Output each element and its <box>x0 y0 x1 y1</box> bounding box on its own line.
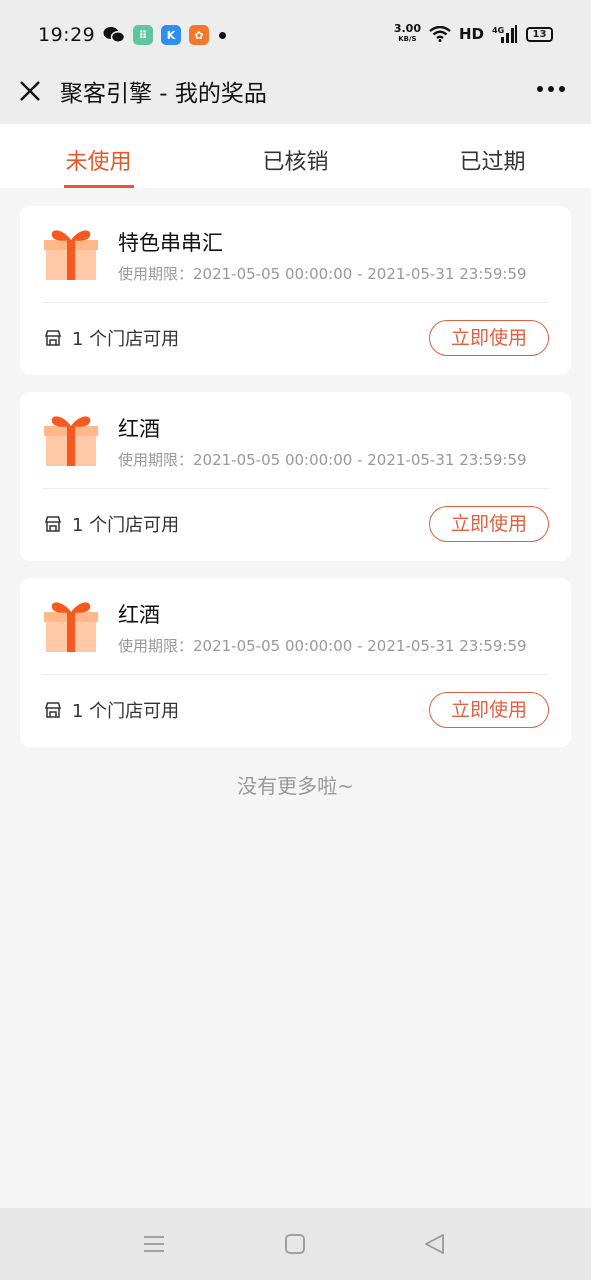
use-now-button[interactable]: 立即使用 <box>429 692 549 728</box>
home-icon[interactable] <box>283 1232 307 1256</box>
status-time: 19:29 <box>38 24 96 46</box>
prize-card: 红酒 使用期限：2021-05-05 00:00:00 - 2021-05-31… <box>20 578 571 747</box>
more-notifications-dot <box>219 31 226 39</box>
notification-icons: ⠿ K ✿ <box>103 25 226 45</box>
hd-indicator: HD <box>458 25 484 43</box>
prize-validity: 使用期限：2021-05-05 00:00:00 - 2021-05-31 23… <box>118 637 527 655</box>
gift-icon <box>44 230 98 280</box>
tab-bar: 未使用 已核销 已过期 <box>0 124 591 188</box>
system-icons: 3.00 KB/S HD 4G 13 <box>393 22 553 44</box>
app-icon-k: K <box>161 25 181 45</box>
store-count: 1 个门店可用 <box>72 701 180 722</box>
page-title: 聚客引擎 - 我的奖品 <box>60 81 267 107</box>
gift-icon <box>44 602 98 652</box>
use-now-button[interactable]: 立即使用 <box>429 320 549 356</box>
prize-title: 红酒 <box>118 417 160 441</box>
store-info: 1 个门店可用 <box>44 511 179 537</box>
no-more-text: 没有更多啦~ <box>237 774 354 798</box>
divider <box>42 674 549 675</box>
menu-icon[interactable] <box>142 1232 166 1256</box>
prize-card: 特色串串汇 使用期限：2021-05-05 00:00:00 - 2021-05… <box>20 206 571 375</box>
net-speed: 3.00 KB/S <box>393 22 421 43</box>
store-info: 1 个门店可用 <box>44 697 179 723</box>
signal-icon: 4G <box>492 25 517 43</box>
store-icon <box>44 516 62 532</box>
battery-icon: 13 <box>526 26 553 42</box>
svg-text:4G: 4G <box>492 26 504 35</box>
prize-validity: 使用期限：2021-05-05 00:00:00 - 2021-05-31 23… <box>118 451 527 469</box>
prize-validity: 使用期限：2021-05-05 00:00:00 - 2021-05-31 23… <box>118 265 527 283</box>
wechat-icon <box>103 27 125 43</box>
store-icon <box>44 702 62 718</box>
divider <box>42 302 549 303</box>
tab-unused[interactable]: 未使用 <box>0 124 197 188</box>
close-icon[interactable] <box>16 77 44 105</box>
prize-title: 红酒 <box>118 603 160 627</box>
tab-redeemed[interactable]: 已核销 <box>197 124 394 188</box>
title-bar: 聚客引擎 - 我的奖品 <box>0 66 591 124</box>
store-count: 1 个门店可用 <box>72 515 180 536</box>
store-count: 1 个门店可用 <box>72 329 180 350</box>
status-bar: 19:29 ⠿ K ✿ 3.00 KB/S HD 4G 13 <box>0 0 591 66</box>
wifi-icon <box>429 26 451 42</box>
prize-list: 特色串串汇 使用期限：2021-05-05 00:00:00 - 2021-05… <box>20 206 571 764</box>
prize-card: 红酒 使用期限：2021-05-05 00:00:00 - 2021-05-31… <box>20 392 571 561</box>
more-options-icon[interactable] <box>537 86 565 92</box>
store-icon <box>44 330 62 346</box>
divider <box>42 488 549 489</box>
gift-icon <box>44 416 98 466</box>
prize-title: 特色串串汇 <box>118 231 223 255</box>
use-now-button[interactable]: 立即使用 <box>429 506 549 542</box>
back-icon[interactable] <box>423 1232 447 1256</box>
app-icon-green: ⠿ <box>133 25 153 45</box>
store-info: 1 个门店可用 <box>44 325 179 351</box>
app-icon-uc: ✿ <box>189 25 209 45</box>
system-nav-bar <box>0 1208 591 1280</box>
tab-expired[interactable]: 已过期 <box>394 124 591 188</box>
